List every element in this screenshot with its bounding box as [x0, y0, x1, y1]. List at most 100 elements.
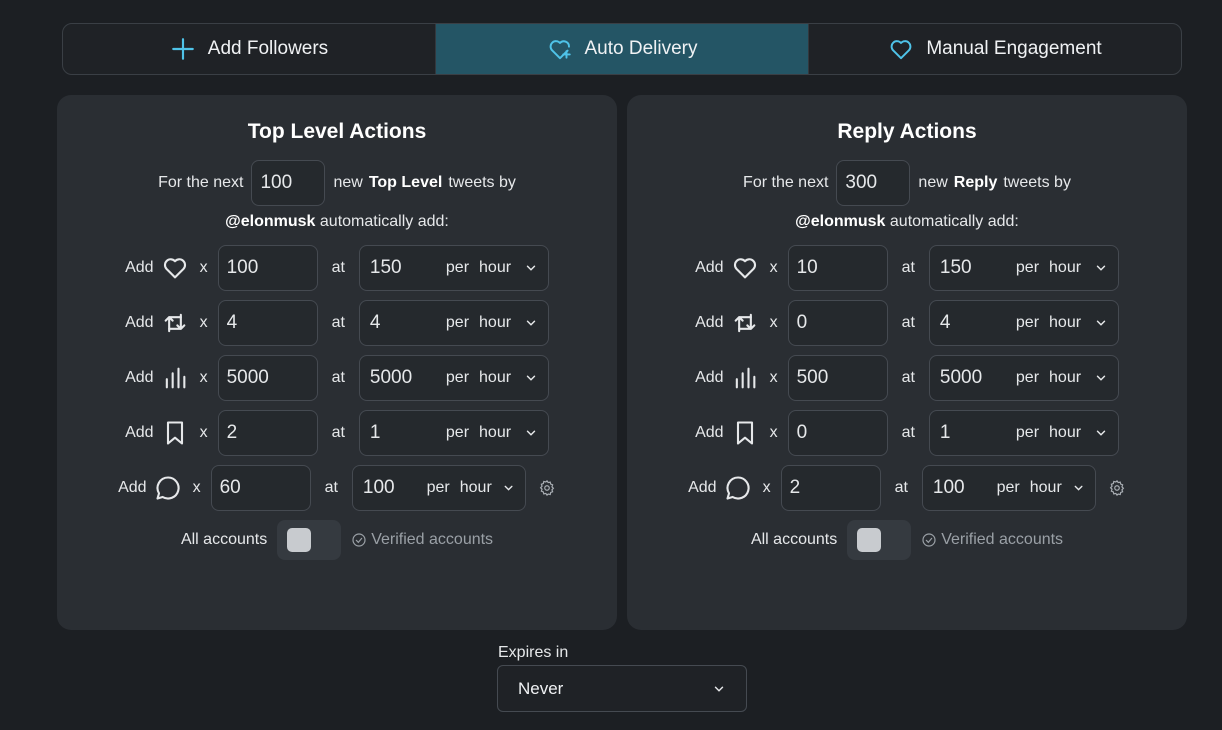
unit-label: hour — [1049, 259, 1082, 276]
retweets-rate-select[interactable]: 4 per hour — [358, 300, 549, 346]
per-label: per — [445, 424, 470, 441]
rate-value: 1 — [369, 422, 381, 443]
retweets-rate-select[interactable]: 4 per hour — [928, 300, 1119, 346]
replies-quantity-input[interactable]: 2 — [780, 465, 881, 511]
unit-label: hour — [459, 479, 492, 496]
at-label: at — [901, 314, 915, 331]
at-label: at — [331, 369, 345, 386]
toggle-knob — [857, 528, 882, 552]
likes-rate-select[interactable]: 150 per hour — [928, 245, 1119, 291]
rate-value: 4 — [939, 312, 951, 333]
replies-rate-select[interactable]: 100 per hour — [351, 465, 526, 511]
verified-accounts-option[interactable]: Verified accounts — [351, 531, 493, 549]
per-label: per — [445, 369, 470, 386]
tab-manual-engagement[interactable]: Manual Engagement — [809, 24, 1181, 74]
action-row-likes: Add x 10 at 150 per hour — [627, 245, 1187, 291]
retweets-quantity-input[interactable]: 0 — [787, 300, 888, 346]
per-label: per — [426, 479, 450, 496]
views-quantity-input[interactable]: 5000 — [217, 355, 318, 401]
tab-label: Manual Engagement — [926, 38, 1102, 59]
at-label: at — [324, 479, 338, 496]
bookmark-icon — [730, 418, 760, 448]
action-row-bookmarks: Add x 0 at 1 per hour — [627, 410, 1187, 456]
expires-select[interactable]: Never — [497, 665, 747, 712]
reply-actions-panel: Reply Actions For the next 300 new Reply… — [627, 95, 1187, 630]
at-label: at — [331, 314, 345, 331]
action-row-bookmarks: Add x 2 at 1 per hour — [57, 410, 617, 456]
gear-icon[interactable] — [1108, 479, 1126, 497]
rate-value: 1 — [939, 422, 951, 443]
per-label: per — [1015, 369, 1040, 386]
add-label: Add — [688, 479, 717, 496]
tweets-by-text: tweets by — [1003, 174, 1071, 191]
add-label: Add — [125, 259, 154, 276]
times-label: x — [769, 424, 778, 441]
add-label: Add — [125, 314, 154, 331]
chevron-down-icon — [1096, 430, 1106, 436]
times-label: x — [769, 314, 778, 331]
add-label: Add — [125, 424, 154, 441]
next-tweets-row: For the next 300 new Reply tweets by — [627, 160, 1187, 206]
unit-label: hour — [1049, 424, 1082, 441]
views-quantity-input[interactable]: 500 — [787, 355, 888, 401]
accounts-toggle[interactable] — [277, 520, 342, 560]
for-the-next-text: For the next — [743, 174, 829, 191]
likes-rate-select[interactable]: 150 per hour — [358, 245, 549, 291]
for-the-next-text: For the next — [158, 174, 244, 191]
verified-accounts-option[interactable]: Verified accounts — [921, 531, 1063, 549]
bookmarks-rate-select[interactable]: 1 per hour — [358, 410, 549, 456]
retweet-icon — [730, 308, 760, 338]
times-label: x — [199, 259, 208, 276]
handle: @elonmusk — [795, 213, 886, 230]
tab-label: Auto Delivery — [584, 38, 698, 59]
bookmarks-quantity-input[interactable]: 0 — [787, 410, 888, 456]
per-label: per — [1015, 314, 1040, 331]
tab-add-followers[interactable]: Add Followers — [63, 24, 436, 74]
likes-quantity-input[interactable]: 100 — [217, 245, 318, 291]
accounts-toggle-row: All accounts Verified accounts — [627, 520, 1187, 560]
views-rate-select[interactable]: 5000 per hour — [358, 355, 549, 401]
top-level-actions-panel: Top Level Actions For the next 100 new T… — [57, 95, 617, 630]
accounts-toggle[interactable] — [847, 520, 912, 560]
tweet-type-text: Reply — [953, 174, 998, 191]
chevron-down-icon — [526, 430, 536, 436]
likes-quantity-input[interactable]: 10 — [787, 245, 888, 291]
automatically-add-text: automatically add: — [889, 213, 1019, 230]
all-accounts-label: All accounts — [180, 531, 268, 548]
unit-label: hour — [479, 259, 512, 276]
views-rate-select[interactable]: 5000 per hour — [928, 355, 1119, 401]
rate-value: 5000 — [939, 367, 983, 388]
retweets-quantity-input[interactable]: 4 — [217, 300, 318, 346]
reply-icon — [153, 473, 183, 503]
rate-value: 100 — [362, 477, 395, 498]
verified-accounts-label: Verified accounts — [371, 531, 494, 548]
replies-quantity-input[interactable]: 60 — [210, 465, 311, 511]
add-label: Add — [118, 479, 147, 496]
tweet-count-input[interactable]: 300 — [836, 160, 911, 206]
gear-icon[interactable] — [538, 479, 556, 497]
panel-title: Top Level Actions — [247, 120, 427, 143]
bookmarks-quantity-input[interactable]: 2 — [217, 410, 318, 456]
tweet-count-input[interactable]: 100 — [251, 160, 326, 206]
at-label: at — [901, 424, 915, 441]
all-accounts-label: All accounts — [750, 531, 838, 548]
add-label: Add — [695, 259, 724, 276]
bookmarks-rate-select[interactable]: 1 per hour — [928, 410, 1119, 456]
tab-auto-delivery[interactable]: Auto Delivery — [436, 24, 809, 74]
action-row-views: Add x 5000 at 5000 per hour — [57, 355, 617, 401]
per-label: per — [1015, 424, 1040, 441]
unit-label: hour — [1049, 314, 1082, 331]
times-label: x — [762, 479, 771, 496]
replies-rate-select[interactable]: 100 per hour — [921, 465, 1096, 511]
tweet-type-text: Top Level — [368, 174, 443, 191]
rate-value: 4 — [369, 312, 381, 333]
per-label: per — [996, 479, 1020, 496]
times-label: x — [199, 424, 208, 441]
tweets-by-text: tweets by — [448, 174, 516, 191]
at-label: at — [331, 259, 345, 276]
at-label: at — [901, 369, 915, 386]
expires-label: Expires in — [498, 644, 569, 661]
times-label: x — [769, 369, 778, 386]
rate-value: 150 — [369, 257, 402, 278]
views-icon — [160, 363, 190, 393]
